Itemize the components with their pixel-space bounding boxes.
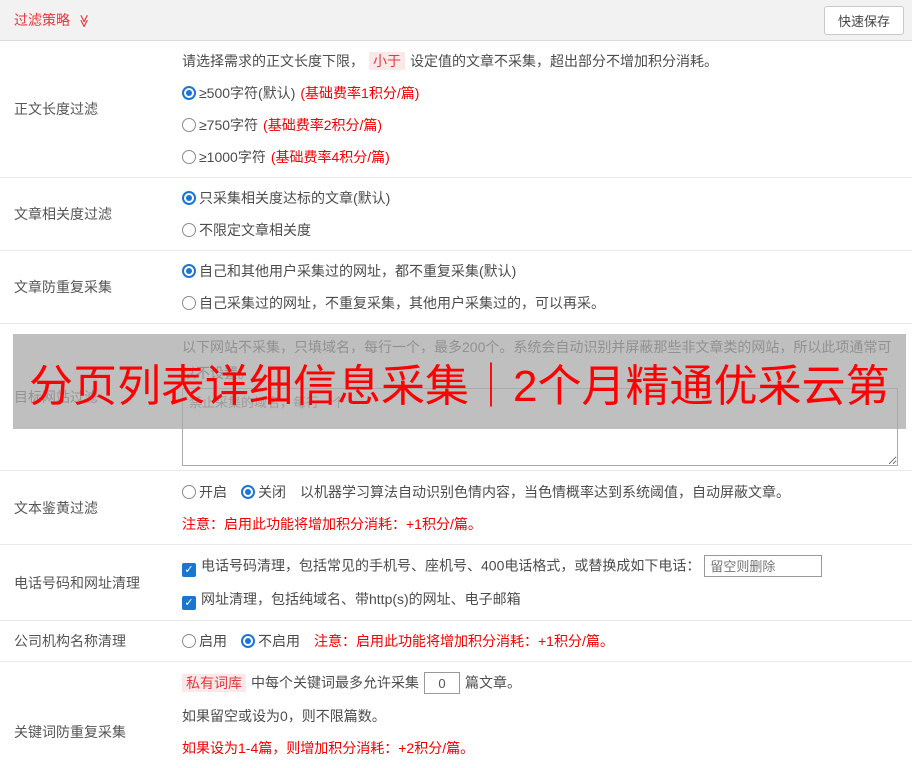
row-relevance-filter: 文章相关度过滤 只采集相关度达标的文章(默认) 不限定文章相关度: [0, 178, 912, 251]
page-title-text: 过滤策略: [14, 12, 70, 28]
row-dedup-collection: 文章防重复采集 自己和其他用户采集过的网址，都不重复采集(默认) 自己采集过的网…: [0, 251, 912, 324]
page-header: 过滤策略 ≫ 快速保存: [0, 0, 912, 41]
checkbox-url-clean[interactable]: [182, 596, 196, 610]
phone-url-label: 电话号码和网址清理: [0, 545, 182, 620]
row-keyword-dedup: 关键词防重复采集 私有词库中每个关键词最多允许采集 篇文章。 如果留空或设为0，则…: [0, 662, 912, 768]
option-label[interactable]: 不限定文章相关度: [199, 222, 311, 238]
radio-dedup-global[interactable]: [182, 264, 196, 278]
company-clean-label: 公司机构名称清理: [0, 621, 182, 661]
phone-clean-text[interactable]: 电话号码清理，包括常见的手机号、座机号、400电话格式，或替换成如下电话：: [201, 558, 700, 574]
keyword-dedup-setting: 私有词库中每个关键词最多允许采集 篇文章。: [182, 672, 904, 694]
fee-note: (基础费率1积分/篇): [300, 85, 419, 101]
keyword-limit-unit: 篇文章。: [465, 675, 521, 691]
replacement-phone-input[interactable]: [704, 555, 822, 577]
url-clean-text[interactable]: 网址清理，包括纯域名、带http(s)的网址、电子邮箱: [201, 591, 521, 607]
option-label[interactable]: ≥1000字符: [199, 149, 266, 165]
radio-company-on[interactable]: [182, 634, 196, 648]
radio-relevance-any[interactable]: [182, 223, 196, 237]
radio-porn-on[interactable]: [182, 485, 196, 499]
keyword-count-input[interactable]: [424, 672, 460, 694]
body-length-option-500: ≥500字符(默认) (基础费率1积分/篇): [182, 83, 904, 103]
company-clean-options: 启用 不启用注意：启用此功能将增加积分消耗：+1积分/篇。: [182, 631, 904, 651]
checkbox-phone-clean[interactable]: [182, 563, 196, 577]
relevance-label: 文章相关度过滤: [0, 178, 182, 250]
body-length-intro: 请选择需求的正文长度下限， 小于设定值的文章不采集，超出部分不增加积分消耗。: [182, 51, 904, 71]
intro-before: 请选择需求的正文长度下限，: [182, 53, 364, 69]
option-label[interactable]: 不启用: [258, 633, 300, 649]
porn-filter-description: 以机器学习算法自动识别色情内容，当色情概率达到系统阈值，自动屏蔽文章。: [300, 484, 790, 500]
quick-save-button[interactable]: 快速保存: [824, 6, 904, 35]
relevance-option-any: 不限定文章相关度: [182, 220, 904, 240]
dedup-label: 文章防重复采集: [0, 251, 182, 323]
radio-1000-chars[interactable]: [182, 150, 196, 164]
option-label[interactable]: ≥500字符(默认): [199, 85, 295, 101]
body-length-option-750: ≥750字符 (基础费率2积分/篇): [182, 115, 904, 135]
row-phone-url-clean: 电话号码和网址清理 电话号码清理，包括常见的手机号、座机号、400电话格式，或替…: [0, 545, 912, 621]
fee-note: (基础费率4积分/篇): [271, 149, 390, 165]
page-title: 过滤策略 ≫: [14, 10, 91, 30]
option-label[interactable]: 启用: [199, 633, 227, 649]
radio-company-off[interactable]: [241, 634, 255, 648]
option-label[interactable]: ≥750字符: [199, 117, 258, 133]
option-label[interactable]: 自己采集过的网址，不重复采集，其他用户采集过的，可以再采。: [199, 295, 605, 311]
body-length-option-1000: ≥1000字符 (基础费率4积分/篇): [182, 147, 904, 167]
dedup-option-global: 自己和其他用户采集过的网址，都不重复采集(默认): [182, 261, 904, 281]
filter-strategy-page: 过滤策略 ≫ 快速保存 正文长度过滤 请选择需求的正文长度下限， 小于设定值的文章…: [0, 0, 912, 768]
intro-after: 设定值的文章不采集，超出部分不增加积分消耗。: [410, 53, 718, 69]
fee-note: (基础费率2积分/篇): [263, 117, 382, 133]
collapse-chevron-icon[interactable]: ≫: [76, 14, 92, 28]
option-label[interactable]: 自己和其他用户采集过的网址，都不重复采集(默认): [199, 263, 516, 279]
keyword-dedup-hint-zero: 如果留空或设为0，则不限篇数。: [182, 706, 904, 726]
keyword-dedup-hint-fee: 如果设为1-4篇，则增加积分消耗：+2积分/篇。: [182, 738, 904, 758]
url-clean-option: 网址清理，包括纯域名、带http(s)的网址、电子邮箱: [182, 589, 904, 610]
radio-relevance-strict[interactable]: [182, 191, 196, 205]
phone-clean-option: 电话号码清理，包括常见的手机号、座机号、400电话格式，或替换成如下电话：: [182, 555, 904, 577]
option-label[interactable]: 关闭: [258, 484, 286, 500]
company-clean-note: 注意：启用此功能将增加积分消耗：+1积分/篇。: [314, 633, 614, 649]
watermark-overlay: 分页列表详细信息采集｜2个月精通优采云第: [13, 334, 906, 429]
porn-filter-options: 开启 关闭以机器学习算法自动识别色情内容，当色情概率达到系统阈值，自动屏蔽文章。: [182, 482, 904, 502]
porn-filter-note: 注意：启用此功能将增加积分消耗：+1积分/篇。: [182, 514, 904, 534]
private-lexicon-badge: 私有词库: [182, 674, 246, 692]
row-company-clean: 公司机构名称清理 启用 不启用注意：启用此功能将增加积分消耗：+1积分/篇。: [0, 621, 912, 662]
keyword-dedup-label: 关键词防重复采集: [0, 662, 182, 768]
row-porn-filter: 文本鉴黄过滤 开启 关闭以机器学习算法自动识别色情内容，当色情概率达到系统阈值，自…: [0, 471, 912, 545]
relevance-option-strict: 只采集相关度达标的文章(默认): [182, 188, 904, 208]
dedup-option-self: 自己采集过的网址，不重复采集，其他用户采集过的，可以再采。: [182, 293, 904, 313]
radio-dedup-self[interactable]: [182, 296, 196, 310]
body-length-label: 正文长度过滤: [0, 41, 182, 177]
less-than-highlight: 小于: [369, 52, 405, 70]
row-body-length-filter: 正文长度过滤 请选择需求的正文长度下限， 小于设定值的文章不采集，超出部分不增加积…: [0, 41, 912, 178]
radio-500-chars[interactable]: [182, 86, 196, 100]
watermark-text: 分页列表详细信息采集｜2个月精通优采云第: [13, 350, 889, 414]
option-label[interactable]: 开启: [199, 484, 227, 500]
keyword-limit-text: 中每个关键词最多允许采集: [251, 675, 419, 691]
radio-750-chars[interactable]: [182, 118, 196, 132]
option-label[interactable]: 只采集相关度达标的文章(默认): [199, 190, 390, 206]
radio-porn-off[interactable]: [241, 485, 255, 499]
porn-filter-label: 文本鉴黄过滤: [0, 471, 182, 544]
